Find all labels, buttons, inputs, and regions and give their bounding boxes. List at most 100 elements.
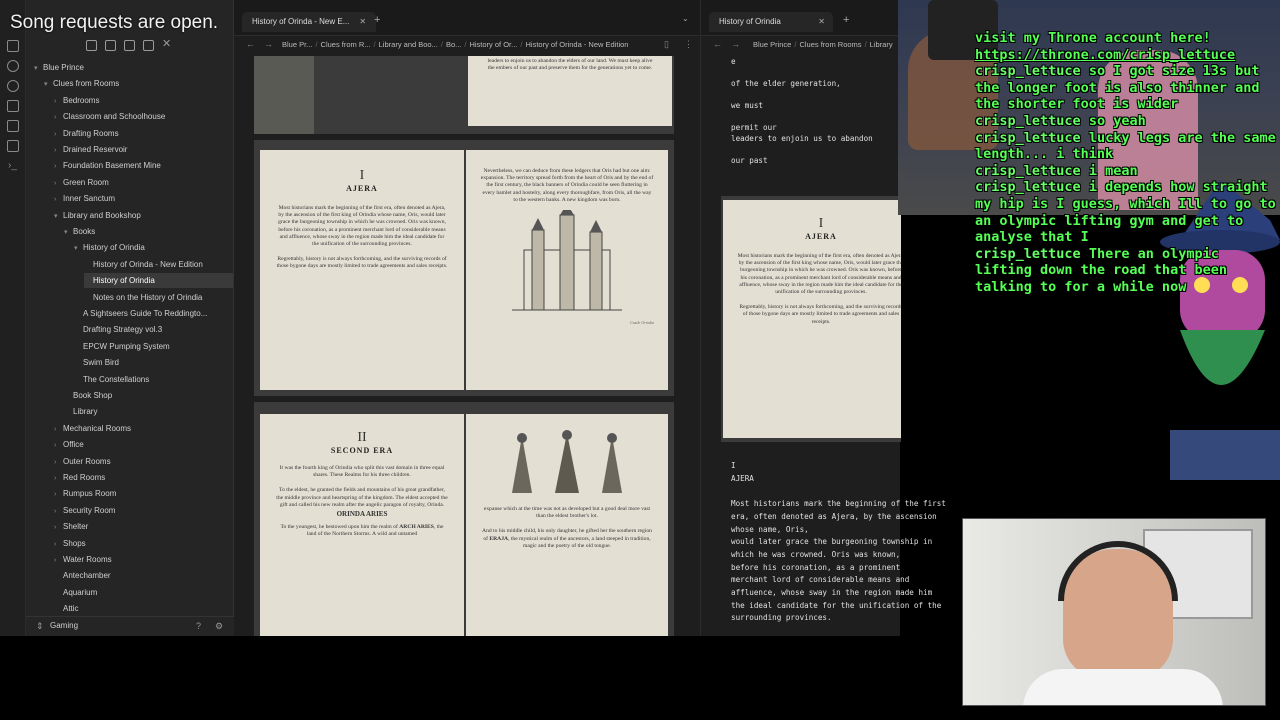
sidebar-item[interactable]: › Green Room — [54, 175, 233, 191]
sidebar-item[interactable]: › Bedrooms — [54, 93, 233, 109]
chevron-icon[interactable]: › — [54, 520, 63, 535]
sidebar-item[interactable]: › Foundation Basement Mine — [54, 158, 233, 174]
reading-view-icon[interactable]: ▯ — [664, 39, 669, 50]
breadcrumb-item[interactable]: Blue Pr... — [282, 40, 312, 49]
sidebar-item[interactable]: Library — [64, 404, 233, 419]
breadcrumb[interactable]: Blue Prince / Clues from Rooms / Library — [753, 40, 893, 49]
canvas-icon[interactable] — [7, 100, 19, 112]
chevron-icon[interactable]: › — [54, 537, 63, 552]
close-tab-icon[interactable]: ✕ — [818, 17, 825, 26]
terminal-icon[interactable]: ›_ — [8, 160, 20, 172]
sidebar-item[interactable]: Drafting Strategy vol.3 — [74, 322, 233, 337]
note-text-chapter[interactable]: I AJERA Most historians mark the beginni… — [731, 460, 946, 625]
breadcrumb-item[interactable]: Library and Boo... — [379, 40, 438, 49]
sidebar-item[interactable]: › Shops — [54, 536, 233, 552]
sidebar-item[interactable]: › Security Room — [54, 503, 233, 519]
sidebar-item[interactable]: Attic — [54, 601, 233, 616]
chevron-icon[interactable]: › — [54, 471, 63, 486]
breadcrumb-item[interactable]: History of Or... — [469, 40, 517, 49]
graph-icon[interactable] — [7, 80, 19, 92]
new-folder-icon[interactable] — [105, 40, 116, 51]
sidebar-item[interactable]: ▾ History of Orindia — [74, 240, 233, 256]
chevron-icon[interactable]: › — [54, 110, 63, 125]
sidebar-item[interactable]: › Outer Rooms — [54, 454, 233, 470]
chapter-paragraph: expanse which at the time was not as dev… — [483, 506, 651, 520]
sidebar-item[interactable]: › Drained Reservoir — [54, 142, 233, 158]
chevron-icon[interactable]: › — [54, 176, 63, 191]
sidebar-item[interactable]: › Rumpus Room — [54, 486, 233, 502]
sidebar-item[interactable]: ▾ Clues from Rooms — [44, 76, 233, 92]
copy-icon[interactable] — [7, 140, 19, 152]
chevron-icon[interactable]: › — [54, 553, 63, 568]
calendar-icon[interactable] — [7, 120, 19, 132]
vault-chevron-icon[interactable]: ⇕ — [36, 621, 44, 632]
sidebar-item[interactable]: › Office — [54, 437, 233, 453]
chevron-icon[interactable]: › — [54, 192, 63, 207]
breadcrumb-item[interactable]: Clues from Rooms — [799, 40, 861, 49]
settings-gear-icon[interactable]: ⚙ — [215, 621, 223, 632]
back-arrow-icon[interactable]: ← — [713, 39, 722, 49]
sidebar-item[interactable]: Book Shop — [64, 388, 233, 403]
chat-link[interactable]: https://throne.com/crisp_lettuce — [975, 47, 1235, 63]
tab-list-chevron-icon[interactable]: ⌄ — [682, 14, 689, 23]
chevron-icon[interactable]: › — [54, 94, 63, 109]
forward-arrow-icon[interactable]: → — [264, 39, 273, 49]
sidebar-item[interactable]: A Sightseers Guide To Reddingto... — [74, 306, 233, 321]
sidebar-item[interactable]: The Constellations — [74, 372, 233, 387]
sidebar-item[interactable]: Aquarium — [54, 585, 233, 600]
sidebar-item[interactable]: ▾ Books — [64, 224, 233, 240]
breadcrumb-item[interactable]: Clues from R... — [321, 40, 371, 49]
forward-arrow-icon[interactable]: → — [731, 39, 740, 49]
breadcrumb-item[interactable]: Blue Prince — [753, 40, 791, 49]
tab-history-of-orindia[interactable]: History of Orindia ✕ — [709, 12, 833, 32]
chevron-icon[interactable]: ▾ — [44, 77, 53, 92]
chevron-icon[interactable]: › — [54, 455, 63, 470]
more-options-icon[interactable]: ⋮ — [684, 39, 693, 50]
sidebar-item[interactable]: ▾ Library and Bookshop — [54, 208, 233, 224]
sidebar-item[interactable]: › Mechanical Rooms — [54, 421, 233, 437]
sidebar-item[interactable]: › Drafting Rooms — [54, 126, 233, 142]
chevron-icon[interactable]: › — [54, 143, 63, 158]
sidebar-item[interactable]: › Water Rooms — [54, 552, 233, 568]
new-note-icon[interactable] — [86, 40, 97, 51]
chevron-icon[interactable]: ▾ — [54, 209, 63, 224]
sidebar-item[interactable]: ▾ Blue Prince — [34, 60, 233, 76]
breadcrumb-item[interactable]: Bo... — [446, 40, 461, 49]
new-tab-icon[interactable]: + — [374, 14, 380, 26]
chevron-icon[interactable]: ▾ — [74, 241, 83, 256]
close-icon[interactable]: ✕ — [162, 37, 173, 50]
help-icon[interactable]: ? — [196, 621, 201, 631]
breadcrumb-item[interactable]: Library — [870, 40, 893, 49]
new-tab-icon[interactable]: + — [843, 14, 849, 26]
chevron-icon[interactable]: › — [54, 422, 63, 437]
sidebar-item[interactable]: › Classroom and Schoolhouse — [54, 109, 233, 125]
sidebar-item[interactable]: Notes on the History of Orindia — [84, 290, 233, 305]
chevron-icon[interactable]: ▾ — [34, 61, 43, 76]
files-icon[interactable] — [7, 40, 19, 52]
chevron-icon[interactable]: › — [54, 159, 63, 174]
chevron-icon[interactable]: › — [54, 504, 63, 519]
sidebar-item[interactable]: History of Orindia — [84, 273, 233, 289]
sidebar-item[interactable]: › Red Rooms — [54, 470, 233, 486]
sidebar-item[interactable]: Antechamber — [54, 568, 233, 583]
chevron-icon[interactable]: › — [54, 127, 63, 142]
chevron-icon[interactable]: › — [54, 438, 63, 453]
chevron-icon[interactable]: ▾ — [64, 225, 73, 240]
sidebar-item[interactable]: EPCW Pumping System — [74, 339, 233, 354]
vault-switcher[interactable]: ⇕ Gaming ? ⚙ — [26, 616, 234, 636]
breadcrumb[interactable]: Blue Pr... / Clues from R... / Library and B… — [282, 40, 628, 49]
close-tab-icon[interactable]: ✕ — [359, 17, 366, 26]
note-text-top[interactable]: e of the elder generation, we must permi… — [731, 56, 873, 166]
tab-history-new-edition[interactable]: History of Orinda - New E... ✕ — [242, 12, 377, 32]
breadcrumb-item[interactable]: History of Orinda - New Edition — [526, 40, 629, 49]
chevron-icon[interactable]: › — [54, 487, 63, 502]
vault-name[interactable]: Gaming — [50, 621, 78, 630]
back-arrow-icon[interactable]: ← — [246, 39, 255, 49]
sidebar-item[interactable]: History of Orinda - New Edition — [84, 257, 233, 272]
collapse-icon[interactable] — [143, 40, 154, 51]
sidebar-item[interactable]: › Shelter — [54, 519, 233, 535]
sort-icon[interactable] — [124, 40, 135, 51]
sidebar-item[interactable]: › Inner Sanctum — [54, 191, 233, 207]
sidebar-item[interactable]: Swim Bird — [74, 355, 233, 370]
search-icon[interactable] — [7, 60, 19, 72]
